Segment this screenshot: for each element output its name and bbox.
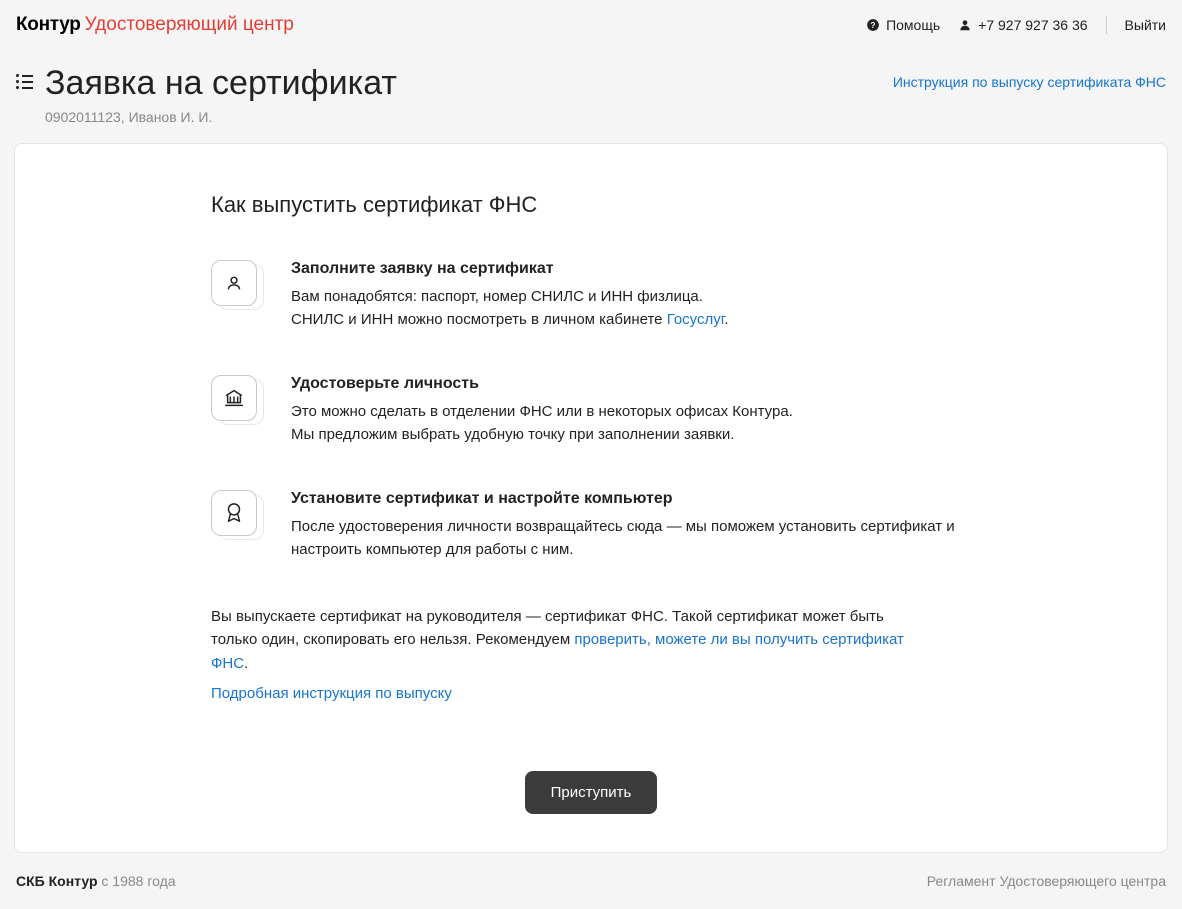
step-2: Удостоверьте личность Это можно сделать …	[211, 375, 971, 446]
section-title: Как выпустить сертификат ФНС	[211, 192, 971, 218]
note-text: Вы выпускаете сертификат на руководителя…	[211, 605, 911, 675]
step-2-line1: Это можно сделать в отделении ФНС или в …	[291, 403, 793, 420]
footer-since: с 1988 года	[98, 873, 176, 889]
note-suffix: .	[244, 655, 248, 672]
detail-instruction-link[interactable]: Подробная инструкция по выпуску	[211, 685, 452, 702]
phone-display[interactable]: +7 927 927 36 36	[958, 17, 1087, 33]
step-3: Установите сертификат и настройте компью…	[211, 490, 971, 561]
start-button[interactable]: Приступить	[525, 771, 658, 814]
menu-icon[interactable]	[16, 74, 33, 89]
step-1: Заполните заявку на сертификат Вам понад…	[211, 260, 971, 331]
step-1-line1: Вам понадобятся: паспорт, номер СНИЛС и …	[291, 288, 703, 305]
logo-suffix: Удостоверяющий центр	[85, 14, 294, 36]
logo[interactable]: Контур Удостоверяющий центр	[16, 14, 294, 36]
svg-text:?: ?	[871, 21, 876, 30]
step-3-line1: После удостоверения личности возвращайте…	[291, 516, 971, 561]
page-subtitle: 0902011123, Иванов И. И.	[45, 109, 397, 125]
step-2-line2: Мы предложим выбрать удобную точку при з…	[291, 426, 734, 443]
logo-main: Контур	[16, 14, 81, 36]
page-title: Заявка на сертификат	[45, 64, 397, 103]
footer-company-name: СКБ Контур	[16, 873, 98, 889]
help-link[interactable]: ? Помощь	[866, 17, 940, 33]
instruction-link[interactable]: Инструкция по выпуску сертификата ФНС	[893, 74, 1166, 90]
step-1-line2-suffix: .	[724, 311, 728, 328]
step-3-title: Установите сертификат и настройте компью…	[291, 490, 971, 508]
person-icon	[211, 260, 263, 312]
help-label: Помощь	[886, 17, 940, 33]
step-1-title: Заполните заявку на сертификат	[291, 260, 729, 278]
phone-number: +7 927 927 36 36	[978, 17, 1087, 33]
topbar-divider	[1106, 16, 1107, 34]
ribbon-icon	[211, 490, 263, 542]
gosuslugi-link[interactable]: Госуслуг	[667, 311, 725, 328]
user-icon	[958, 18, 972, 32]
help-icon: ?	[866, 18, 880, 32]
footer-reglament-link[interactable]: Регламент Удостоверяющего центра	[927, 873, 1166, 889]
footer-company: СКБ Контур с 1988 года	[16, 873, 176, 889]
step-1-line2-text: СНИЛС и ИНН можно посмотреть в личном ка…	[291, 311, 667, 328]
step-2-title: Удостоверьте личность	[291, 375, 793, 393]
main-card: Как выпустить сертификат ФНС Заполните з…	[14, 143, 1168, 853]
building-icon	[211, 375, 263, 427]
logout-link[interactable]: Выйти	[1125, 17, 1166, 33]
logout-label: Выйти	[1125, 17, 1166, 33]
